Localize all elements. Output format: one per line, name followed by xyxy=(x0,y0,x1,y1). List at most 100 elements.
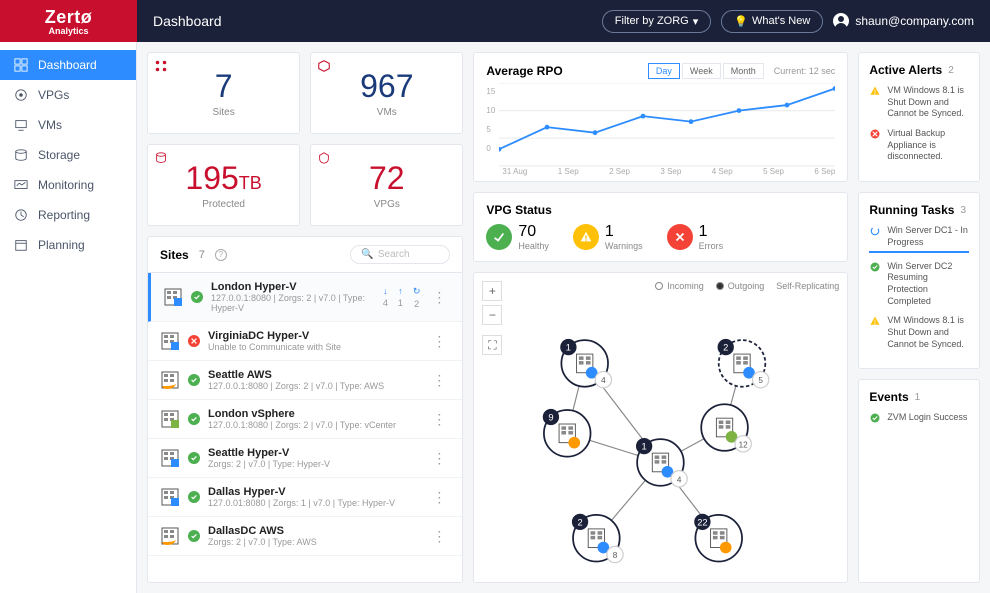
sidebar-item-monitoring[interactable]: Monitoring xyxy=(0,170,136,200)
chevron-down-icon: ▾ xyxy=(693,15,699,28)
zoom-out-button[interactable]: − xyxy=(482,305,502,325)
site-type-icon xyxy=(160,448,180,468)
sidebar-item-planning[interactable]: Planning xyxy=(0,230,136,260)
sidebar-item-storage[interactable]: Storage xyxy=(0,140,136,170)
site-meta: 127.0.0.1:8080 | Zorgs: 2 | v7.0 | Type:… xyxy=(211,293,375,313)
page-title: Dashboard xyxy=(153,13,602,29)
sidebar: Dashboard VPGs VMs Storage Monitoring Re… xyxy=(0,42,137,593)
svg-text:9: 9 xyxy=(549,413,554,423)
site-menu-button[interactable]: ⋮ xyxy=(428,372,450,389)
brand-subtitle: Analytics xyxy=(48,26,88,36)
topology-node[interactable]: 22 xyxy=(695,514,743,562)
vpg-warnings[interactable]: 1Warnings xyxy=(573,223,643,251)
storage-icon xyxy=(14,148,28,162)
site-name: London Hyper-V xyxy=(211,281,375,293)
list-item[interactable]: Win Server DC2 Resuming Protection Compl… xyxy=(869,261,969,308)
rpo-title: Average RPO xyxy=(486,64,562,78)
stat-card-sites[interactable]: 7 Sites xyxy=(147,52,300,134)
help-icon[interactable]: ? xyxy=(215,249,227,261)
list-item[interactable]: VM Windows 8.1 is Shut Down and Cannot b… xyxy=(869,315,969,350)
list-item[interactable]: Virtual Backup Appliance is disconnected… xyxy=(869,128,969,163)
rpo-tab-week[interactable]: Week xyxy=(682,63,721,79)
site-menu-button[interactable]: ⋮ xyxy=(428,333,450,350)
user-icon xyxy=(833,13,849,29)
site-row[interactable]: Seattle AWS 127.0.0.1:8080 | Zorgs: 2 | … xyxy=(148,361,462,400)
vpgs-icon xyxy=(14,88,28,102)
site-type-icon xyxy=(160,487,180,507)
stat-card-vms[interactable]: 967 VMs xyxy=(310,52,463,134)
site-menu-button[interactable]: ⋮ xyxy=(428,289,450,306)
chart-y-axis: 15 10 5 0 xyxy=(486,83,499,167)
svg-text:5: 5 xyxy=(759,376,764,385)
fit-button[interactable]: ⛶ xyxy=(482,335,502,355)
error-icon xyxy=(667,224,693,250)
brand-name: Zertø xyxy=(45,7,93,28)
topology-node[interactable]: 1 4 xyxy=(636,438,687,487)
chart-x-axis: 31 Aug1 Sep2 Sep3 Sep4 Sep5 Sep6 Sep xyxy=(502,167,835,176)
sidebar-item-vpgs[interactable]: VPGs xyxy=(0,80,136,110)
site-type-icon xyxy=(160,526,180,546)
search-icon: 🔍 xyxy=(361,249,373,260)
whats-new-button[interactable]: 💡 What's New xyxy=(721,10,823,33)
bulb-icon: 💡 xyxy=(734,15,748,28)
svg-text:2: 2 xyxy=(724,343,729,353)
vpgs-icon xyxy=(317,151,331,165)
site-name: Dallas Hyper-V xyxy=(208,486,420,498)
topology-graph[interactable]: 1 4 2 5 9 12 1 4 2 8 xyxy=(474,273,847,582)
topology-node[interactable]: 2 5 xyxy=(718,339,769,388)
list-item[interactable]: VM Windows 8.1 is Shut Down and Cannot b… xyxy=(869,85,969,120)
events-panel: Events1 ZVM Login Success xyxy=(858,379,980,583)
filter-zorg-button[interactable]: Filter by ZORG ▾ xyxy=(602,10,711,33)
site-row[interactable]: DallasDC AWS Zorgs: 2 | v7.0 | Type: AWS… xyxy=(148,517,462,556)
topology-node[interactable]: 12 xyxy=(702,404,752,452)
site-row[interactable]: London Hyper-V 127.0.0.1:8080 | Zorgs: 2… xyxy=(148,273,462,322)
site-name: VirginiaDC Hyper-V xyxy=(208,330,420,342)
rpo-tab-month[interactable]: Month xyxy=(723,63,764,79)
monitoring-icon xyxy=(14,178,28,192)
site-row[interactable]: London vSphere 127.0.0.1:8080 | Zorgs: 2… xyxy=(148,400,462,439)
search-input[interactable]: 🔍 Search xyxy=(350,245,450,264)
site-type-icon xyxy=(163,287,183,307)
reporting-icon xyxy=(14,208,28,222)
vpg-errors[interactable]: 1Errors xyxy=(667,223,724,251)
status-icon xyxy=(188,374,200,386)
topology-node[interactable]: 9 xyxy=(543,409,591,457)
dashboard-icon xyxy=(14,58,28,72)
vpg-status-title: VPG Status xyxy=(486,203,835,217)
topology-node[interactable]: 2 8 xyxy=(572,514,623,563)
svg-text:1: 1 xyxy=(642,442,647,452)
site-row[interactable]: VirginiaDC Hyper-V Unable to Communicate… xyxy=(148,322,462,361)
site-row[interactable]: Seattle Hyper-V Zorgs: 2 | v7.0 | Type: … xyxy=(148,439,462,478)
stat-card-vpgs[interactable]: 72 VPGs xyxy=(310,144,463,226)
status-icon xyxy=(188,335,200,347)
rpo-line-chart xyxy=(499,83,835,167)
list-item[interactable]: ZVM Login Success xyxy=(869,412,969,424)
site-meta: Zorgs: 2 | v7.0 | Type: AWS xyxy=(208,537,420,547)
site-menu-button[interactable]: ⋮ xyxy=(428,411,450,428)
site-menu-button[interactable]: ⋮ xyxy=(428,489,450,506)
sites-icon xyxy=(154,59,168,73)
storage-icon xyxy=(154,151,168,165)
site-menu-button[interactable]: ⋮ xyxy=(428,450,450,467)
list-item[interactable]: Win Server DC1 - In Progress xyxy=(869,225,969,252)
rpo-chart-card: Average RPO Day Week Month Current: 12 s… xyxy=(473,52,848,182)
status-icon xyxy=(188,491,200,503)
svg-text:2: 2 xyxy=(578,517,583,527)
zoom-in-button[interactable]: + xyxy=(482,281,502,301)
sites-panel: Sites 7 ? 🔍 Search London Hyper-V 127.0.… xyxy=(147,236,463,583)
rpo-tab-day[interactable]: Day xyxy=(648,63,680,79)
sidebar-item-vms[interactable]: VMs xyxy=(0,110,136,140)
vpg-status-card: VPG Status 70Healthy 1Warnings 1Errors xyxy=(473,192,848,262)
sidebar-item-dashboard[interactable]: Dashboard xyxy=(0,50,136,80)
vpg-healthy[interactable]: 70Healthy xyxy=(486,223,549,251)
running-tasks-panel: Running Tasks3 Win Server DC1 - In Progr… xyxy=(858,192,980,369)
site-row[interactable]: Dallas Hyper-V 127.0.01:8080 | Zorgs: 1 … xyxy=(148,478,462,517)
sidebar-item-reporting[interactable]: Reporting xyxy=(0,200,136,230)
stat-card-protected[interactable]: 195TB Protected xyxy=(147,144,300,226)
topology-node[interactable]: 1 4 xyxy=(561,339,612,388)
status-icon xyxy=(191,291,203,303)
user-menu[interactable]: shaun@company.com xyxy=(833,13,974,29)
svg-text:22: 22 xyxy=(698,517,708,527)
site-name: London vSphere xyxy=(208,408,420,420)
site-menu-button[interactable]: ⋮ xyxy=(428,528,450,545)
